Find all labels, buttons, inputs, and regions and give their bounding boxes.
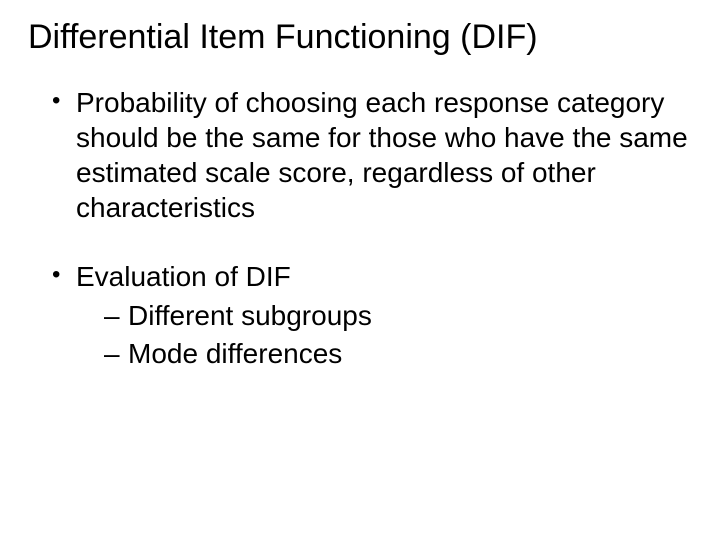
- bullet-item-1: Probability of choosing each response ca…: [52, 85, 692, 225]
- sub-bullet-item-2: Mode differences: [104, 336, 692, 372]
- sub-bullet-text-1: Different subgroups: [128, 300, 372, 331]
- sub-bullet-list: Different subgroups Mode differences: [76, 298, 692, 373]
- slide-title: Differential Item Functioning (DIF): [28, 18, 692, 57]
- bullet-list: Probability of choosing each response ca…: [28, 85, 692, 373]
- slide: Differential Item Functioning (DIF) Prob…: [0, 0, 720, 540]
- bullet-item-2: Evaluation of DIF Different subgroups Mo…: [52, 259, 692, 373]
- sub-bullet-text-2: Mode differences: [128, 338, 342, 369]
- bullet-text-2: Evaluation of DIF: [76, 261, 291, 292]
- sub-bullet-item-1: Different subgroups: [104, 298, 692, 334]
- bullet-text-1: Probability of choosing each response ca…: [76, 87, 688, 223]
